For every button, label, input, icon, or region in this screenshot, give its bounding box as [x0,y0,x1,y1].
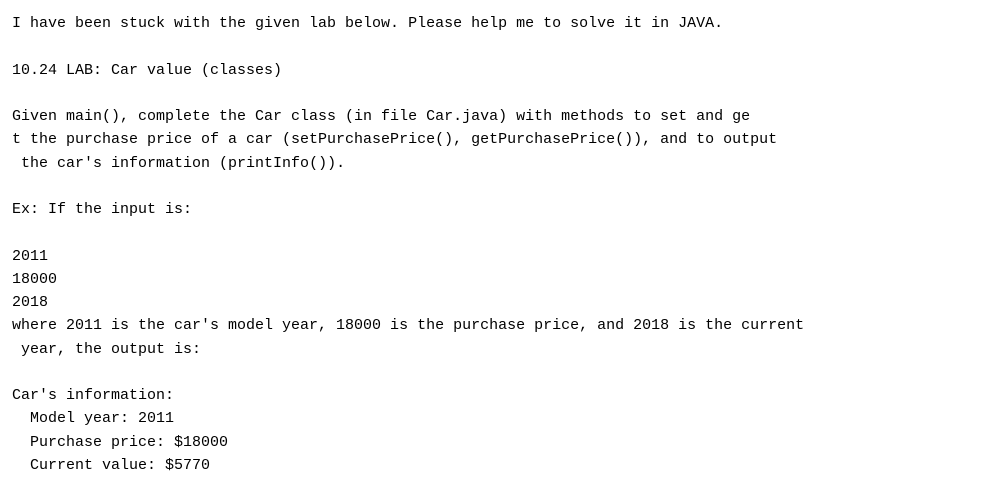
text-line: 10.24 LAB: Car value (classes) [12,59,990,82]
text-line: the car's information (printInfo()). [12,152,990,175]
text-line: t the purchase price of a car (setPurcha… [12,128,990,151]
text-line: I have been stuck with the given lab bel… [12,12,990,35]
text-line: Given main(), complete the Car class (in… [12,105,990,128]
text-line: Model year: 2011 [12,407,990,430]
text-line: Car's information: [12,384,990,407]
text-line: Purchase price: $18000 [12,431,990,454]
text-line: Ex: If the input is: [12,198,990,221]
text-line [12,175,990,198]
text-line: 18000 [12,268,990,291]
text-line [12,35,990,58]
text-line [12,221,990,244]
text-line: where 2011 is the car's model year, 1800… [12,314,990,337]
text-line [12,82,990,105]
text-line: 2018 [12,291,990,314]
text-line [12,361,990,384]
text-line: Current value: $5770 [12,454,990,477]
text-line: 2011 [12,245,990,268]
text-line: year, the output is: [12,338,990,361]
